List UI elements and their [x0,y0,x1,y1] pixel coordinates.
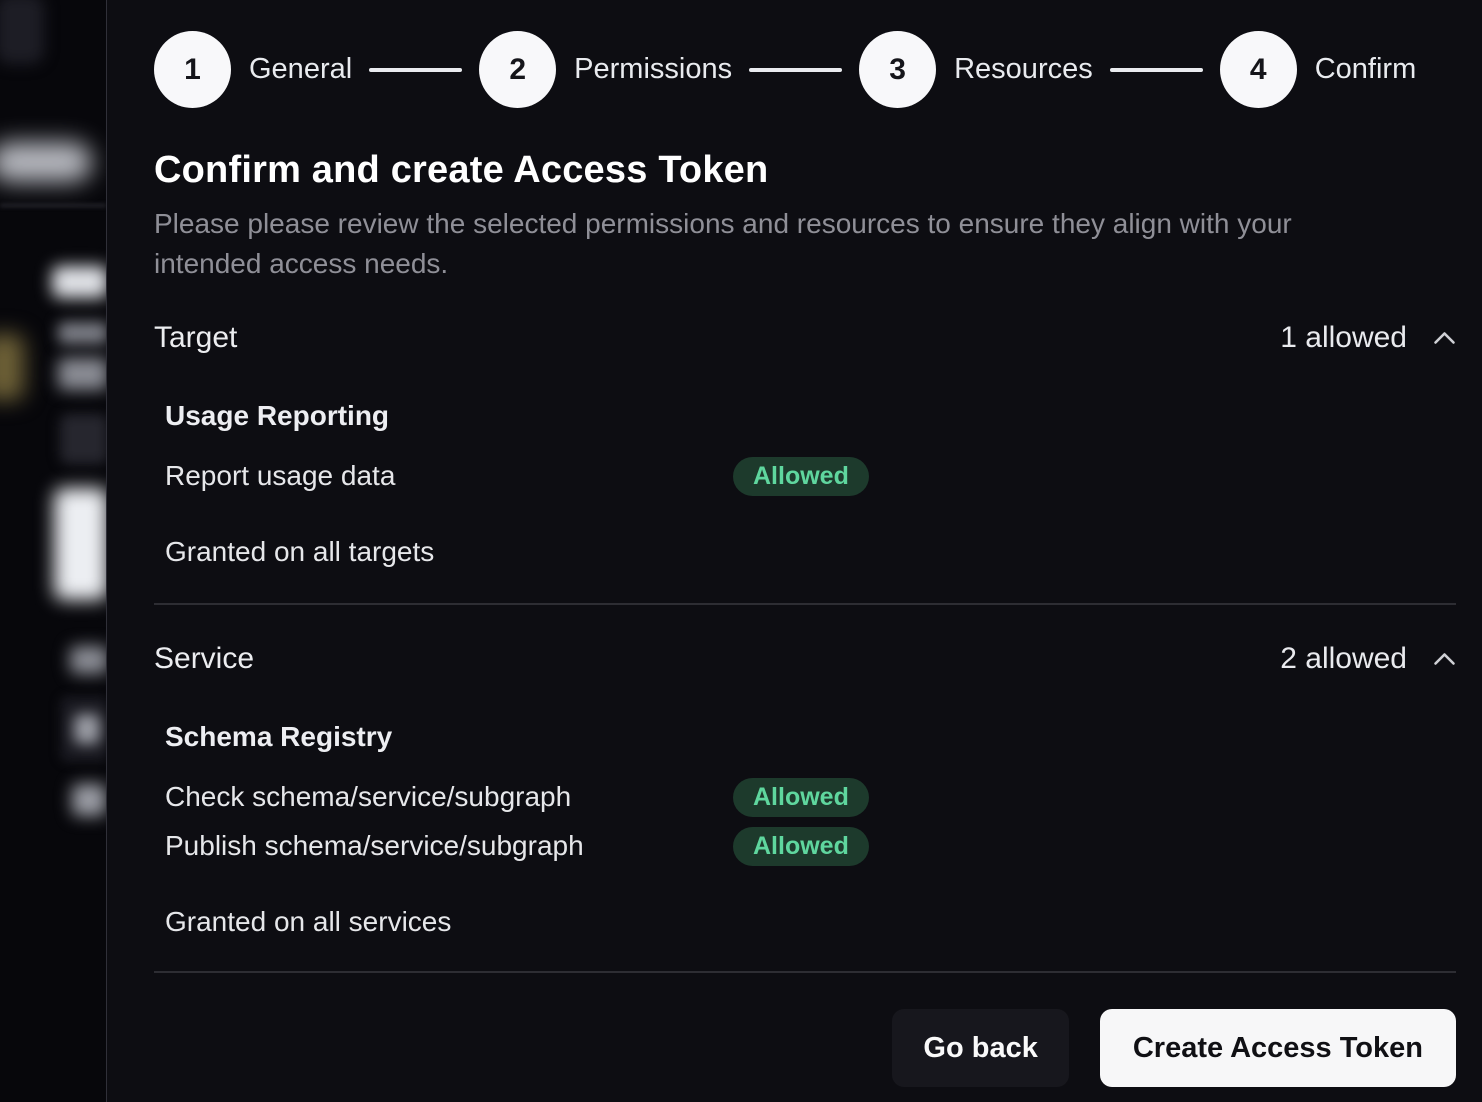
page-title: Confirm and create Access Token [154,148,1456,192]
section-target-allowed-count: 1 allowed [1280,320,1407,356]
section-divider [154,603,1456,605]
section-service-collapse-toggle[interactable]: 2 allowed [1280,641,1456,677]
step-confirm[interactable]: 4 Confirm [1220,31,1417,108]
step-permissions[interactable]: 2 Permissions [479,31,732,108]
step-confirm-number: 4 [1220,31,1297,108]
section-target-collapse-toggle[interactable]: 1 allowed [1280,320,1456,356]
background-app [0,0,106,1102]
permission-row: Report usage data Allowed [165,456,1456,496]
permission-row: Publish schema/service/subgraph Allowed [165,826,1456,866]
step-permissions-number: 2 [479,31,556,108]
permission-label: Report usage data [165,456,733,496]
create-access-token-dialog: 1 General 2 Permissions 3 Resources 4 Co… [106,0,1482,1102]
step-resources-number: 3 [859,31,936,108]
step-connector [369,68,462,72]
permission-row: Check schema/service/subgraph Allowed [165,777,1456,817]
status-badge-allowed: Allowed [733,827,869,866]
step-confirm-label: Confirm [1315,53,1417,86]
step-permissions-label: Permissions [574,53,732,86]
status-badge-allowed: Allowed [733,778,869,817]
create-access-token-button[interactable]: Create Access Token [1100,1009,1456,1087]
step-resources[interactable]: 3 Resources [859,31,1093,108]
section-target-title: Target [154,320,237,356]
status-badge-allowed: Allowed [733,457,869,496]
blurred-text-line-3 [70,646,106,674]
section-service-header: Service 2 allowed [154,641,1456,677]
dialog-footer: Go back Create Access Token [154,1009,1456,1087]
permission-label: Check schema/service/subgraph [165,777,733,817]
chevron-up-icon [1433,331,1456,345]
section-target-header: Target 1 allowed [154,320,1456,356]
step-connector [1110,68,1203,72]
section-service-allowed-count: 2 allowed [1280,641,1407,677]
blurred-app-logo [0,0,44,64]
blurred-text-line-1 [58,322,106,344]
wizard-stepper: 1 General 2 Permissions 3 Resources 4 Co… [154,31,1456,108]
blurred-nav-label [0,142,92,182]
blurred-text-line-2 [58,358,106,390]
section-service-title: Service [154,641,254,677]
step-resources-label: Resources [954,53,1093,86]
permission-group-title: Schema Registry [165,723,1456,751]
step-general[interactable]: 1 General [154,31,352,108]
step-general-label: General [249,53,352,86]
go-back-button[interactable]: Go back [892,1009,1068,1087]
chevron-up-icon [1433,652,1456,666]
permission-label: Publish schema/service/subgraph [165,826,733,866]
blurred-accent-shape [0,334,24,400]
blurred-section-heading [52,266,106,298]
granted-scope-note: Granted on all targets [165,538,1456,566]
blurred-text-line-4 [74,714,100,744]
footer-divider [154,971,1456,973]
blurred-white-card [54,488,106,600]
permission-group-title: Usage Reporting [165,402,1456,430]
step-connector [749,68,842,72]
blurred-card [60,414,106,464]
blurred-text-line-5 [72,784,106,816]
page-subtitle: Please please review the selected permis… [154,204,1379,284]
step-general-number: 1 [154,31,231,108]
granted-scope-note: Granted on all services [165,908,1456,936]
blurred-sidebar-divider [0,204,106,207]
